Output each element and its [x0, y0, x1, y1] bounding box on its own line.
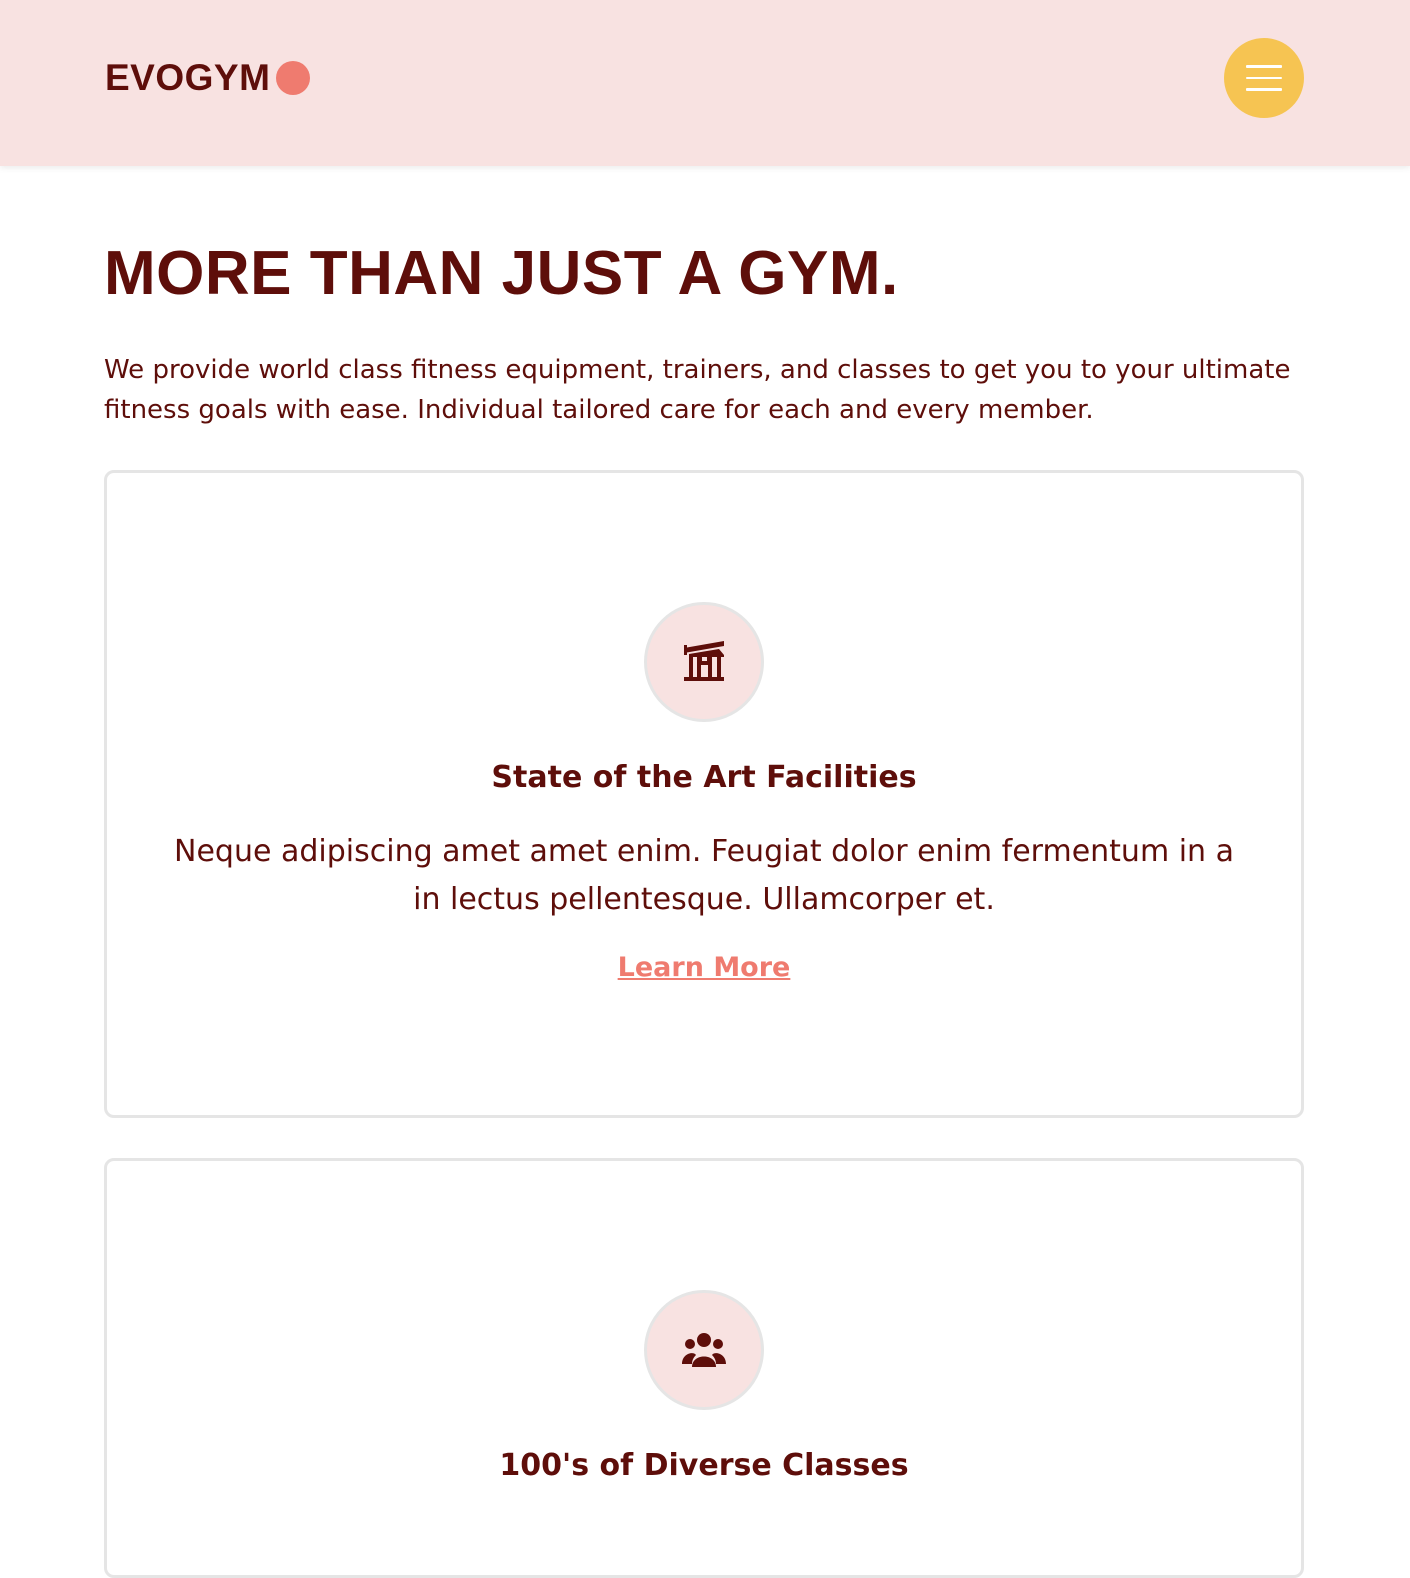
hamburger-menu-icon — [1246, 65, 1282, 68]
benefit-description: Neque adipiscing amet amet enim. Feugiat… — [174, 834, 1234, 917]
logo-dot — [276, 61, 311, 95]
user-group-icon — [682, 1333, 726, 1367]
benefit-card: 100's of Diverse Classes — [104, 1158, 1304, 1578]
menu-button[interactable] — [1224, 38, 1304, 118]
benefit-icon-circle — [644, 1290, 764, 1410]
hamburger-menu-icon-line — [1246, 76, 1282, 80]
navbar: EVOGYM — [0, 0, 1410, 166]
benefit-title: 100's of Diverse Classes — [499, 1448, 909, 1483]
benefit-icon-circle — [644, 602, 764, 722]
hamburger-menu-icon-line — [1246, 88, 1282, 91]
hero-description: We provide world class fitness equipment… — [104, 355, 1291, 425]
learn-more-link[interactable]: Learn More — [107, 948, 1301, 988]
benefit-card: State of the Art Facilities Neque adipis… — [104, 470, 1304, 1118]
logo-text: EVOGYM — [105, 57, 271, 98]
page-title: MORE THAN JUST A GYM. — [104, 239, 899, 308]
logo[interactable]: EVOGYM — [105, 57, 311, 98]
home-modern-icon — [684, 641, 724, 681]
benefit-title: State of the Art Facilities — [491, 760, 917, 795]
